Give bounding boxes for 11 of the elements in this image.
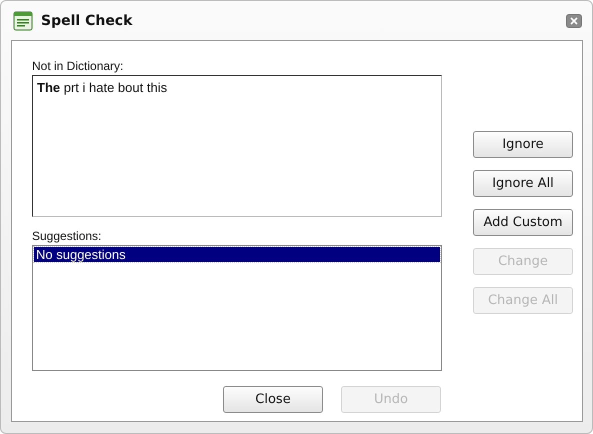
- field-label: Suggestions:: [32, 229, 102, 243]
- dialog-button[interactable]: Ignore All: [473, 170, 573, 197]
- text-field[interactable]: The prt i hate bout this: [32, 75, 442, 217]
- dialog-button[interactable]: Close: [223, 386, 323, 413]
- window-title: Spell Check: [41, 12, 134, 28]
- list-item[interactable]: No suggestions: [34, 247, 440, 262]
- close-icon[interactable]: [566, 14, 582, 28]
- document-icon: [13, 10, 33, 30]
- dialog-button[interactable]: Ignore: [473, 131, 573, 158]
- dialog-button[interactable]: Add Custom: [473, 209, 573, 236]
- field-label: Not in Dictionary:: [32, 59, 124, 73]
